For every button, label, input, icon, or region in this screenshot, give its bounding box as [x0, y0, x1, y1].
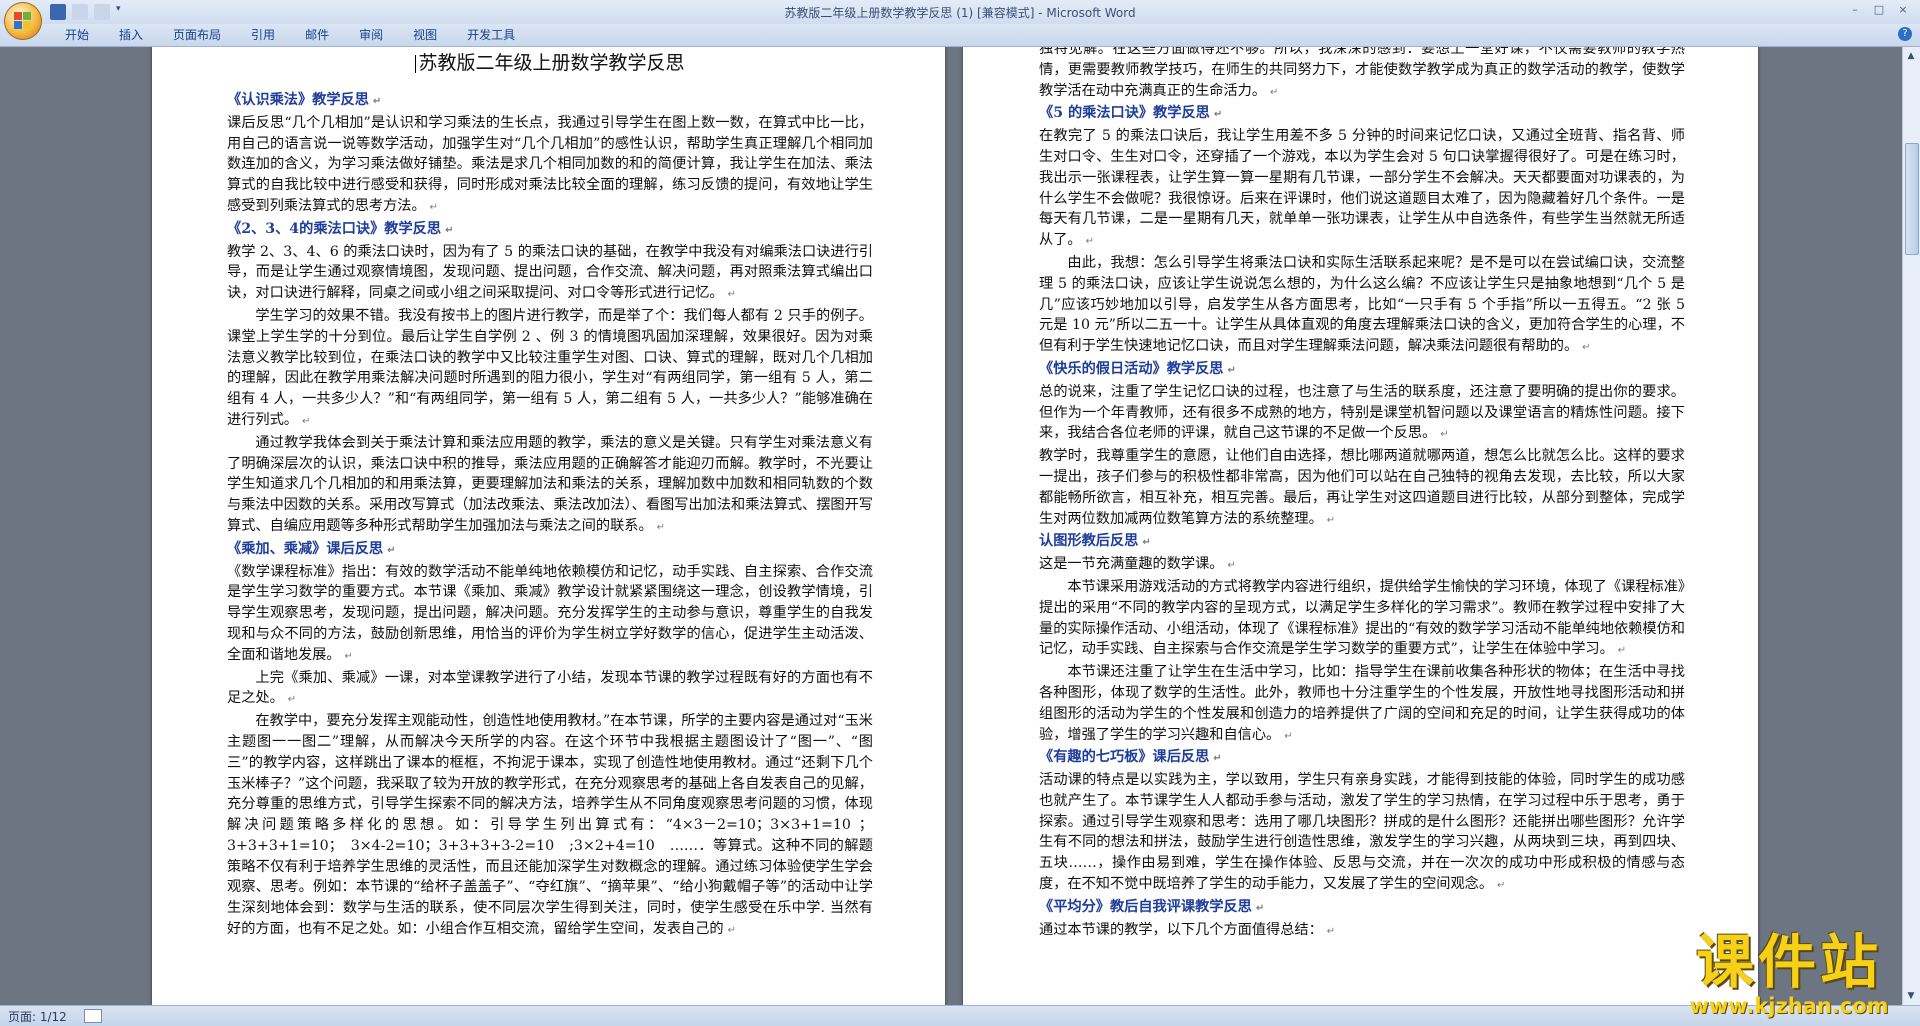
- paragraph-mark-icon: ↵: [1284, 730, 1293, 742]
- paragraph[interactable]: 本节课采用游戏活动的方式将教学内容进行组织，提供给学生愉快的学习环境，体现了《课…: [1039, 577, 1685, 662]
- paragraph-mark-icon: ↵: [445, 224, 454, 236]
- paragraph[interactable]: 通过本节课的教学，以下几个方面值得总结： ↵: [1039, 920, 1685, 943]
- window-controls: – □ ×: [1844, 2, 1914, 18]
- section-heading[interactable]: 《5 的乘法口诀》教学反思 ↵: [1039, 103, 1685, 126]
- paragraph-mark-icon: ↵: [372, 96, 382, 107]
- watermark-url: www.kjzhan.com: [1689, 994, 1889, 1018]
- section-heading[interactable]: 《认识乘法》教学反思 ↵: [227, 90, 873, 113]
- paragraph[interactable]: 《数学课程标准》指出：有效的数学活动不能单纯地依赖模仿和记忆，动手实践、自主探索…: [227, 562, 873, 668]
- paragraph-mark-icon: ↵: [1255, 902, 1265, 914]
- section-heading[interactable]: 《乘加、乘减》课后反思 ↵: [227, 539, 873, 562]
- document-page-1[interactable]: 苏教版二年级上册数学教学反思 《认识乘法》教学反思 ↵ 课后反思“几个几相加”是认识…: [152, 47, 945, 1005]
- paragraph-mark-icon: ↵: [1213, 109, 1223, 121]
- scrollbar-thumb[interactable]: [1905, 143, 1919, 255]
- paragraph-mark-icon: ↵: [1270, 86, 1279, 98]
- paragraph-mark-icon: ↵: [1326, 514, 1336, 526]
- paragraph-mark-icon: ↵: [727, 289, 736, 301]
- office-button[interactable]: [4, 2, 42, 40]
- page-1-content[interactable]: 苏教版二年级上册数学教学反思 《认识乘法》教学反思 ↵ 课后反思“几个几相加”是认识…: [227, 47, 873, 942]
- paragraph[interactable]: 学生学习的效果不错。我没有按书上的图片进行教学，而是举了个：我们每人都有 2 只…: [227, 306, 873, 433]
- paragraph[interactable]: 活动课的特点是以实践为主，学以致用，学生只有亲身实践，才能得到技能的体验，同时学…: [1039, 770, 1685, 897]
- page-count-indicator[interactable]: 页面: 1/12: [8, 1008, 67, 1025]
- section-heading[interactable]: 《快乐的假日活动》教学反思 ↵: [1039, 359, 1685, 382]
- paragraph[interactable]: 教学时，我尊重学生的意愿，让他们自由选择，想比哪两道就哪两道，想怎么比就怎么比。…: [1039, 446, 1685, 531]
- paragraph-mark-icon: ↵: [1440, 429, 1449, 441]
- title-bar: ▾ 苏教版二年级上册数学教学反思 (1) [兼容模式] - Microsoft …: [0, 0, 1920, 25]
- paragraph[interactable]: 由此，我想：怎么引导学生将乘法口诀和实际生活联系起来呢？是不是可以在尝试编口诀，…: [1039, 253, 1685, 359]
- paragraph-mark-icon: ↵: [727, 925, 736, 937]
- section-heading[interactable]: 认图形教后反思 ↵: [1039, 531, 1685, 554]
- help-icon[interactable]: ?: [1898, 27, 1912, 41]
- section-heading[interactable]: 《2、3、4的乘法口诀》教学反思 ↵: [227, 219, 873, 242]
- document-title[interactable]: 苏教版二年级上册数学教学反思: [227, 50, 873, 76]
- paragraph[interactable]: 在教学中，要充分发挥主观能动性，创造性地使用教材。”在本节课，所学的主要内容是通…: [227, 711, 873, 942]
- paragraph-mark-icon: ↵: [429, 201, 439, 213]
- tab-view[interactable]: 视图: [398, 27, 452, 43]
- paragraph[interactable]: 上完《乘加、乘减》一课，对本堂课教学进行了小结，发现本节课的教学过程既有好的方面…: [227, 668, 873, 712]
- section-heading[interactable]: 《有趣的七巧板》课后反思 ↵: [1039, 747, 1685, 770]
- vertical-scrollbar[interactable]: ▲ ▼: [1902, 47, 1920, 1005]
- tab-review[interactable]: 审阅: [344, 27, 398, 43]
- scroll-up-icon[interactable]: ▲: [1904, 49, 1918, 63]
- tab-insert[interactable]: 插入: [104, 27, 158, 43]
- paragraph[interactable]: 总的说来，注重了学生记忆口诀的过程，也注意了与生活的联系度，还注意了要明确的提出…: [1039, 382, 1685, 446]
- paragraph-mark-icon: ↵: [1085, 236, 1094, 248]
- paragraph-mark-icon: ↵: [387, 544, 396, 556]
- paragraph-mark-icon: ↵: [1326, 925, 1336, 937]
- tab-mailings[interactable]: 邮件: [290, 27, 344, 43]
- paragraph[interactable]: 独特见解。在这些方面做得还不够。所以，我深深的感到：要想上一堂好课，不仅需要教师…: [1039, 47, 1685, 103]
- maximize-button[interactable]: □: [1868, 2, 1890, 18]
- paragraph[interactable]: 本节课还注重了让学生在生活中学习，比如：指导学生在课前收集各种形状的物体；在生活…: [1039, 662, 1685, 747]
- paragraph-mark-icon: ↵: [1582, 342, 1591, 354]
- page-2-content[interactable]: 独特见解。在这些方面做得还不够。所以，我深深的感到：要想上一堂好课，不仅需要教师…: [1039, 47, 1685, 942]
- ribbon-tab-bar: 开始 插入 页面布局 引用 邮件 审阅 视图 开发工具 ?: [0, 24, 1920, 47]
- paragraph-mark-icon: ↵: [1227, 560, 1236, 572]
- text-cursor: [415, 55, 417, 73]
- paragraph[interactable]: 通过教学我体会到关于乘法计算和乘法应用题的教学，乘法的意义是关键。只有学生对乘法…: [227, 433, 873, 539]
- paragraph[interactable]: 课后反思“几个几相加”是认识和学习乘法的生长点，我通过引导学生在图上数一数，在算…: [227, 113, 873, 219]
- tab-page-layout[interactable]: 页面布局: [158, 27, 236, 43]
- paragraph-mark-icon: ↵: [1617, 645, 1627, 657]
- paragraph[interactable]: 这是一节充满童趣的数学课。 ↵: [1039, 554, 1685, 577]
- paragraph-mark-icon: ↵: [1142, 537, 1151, 549]
- window-title: 苏教版二年级上册数学教学反思 (1) [兼容模式] - Microsoft Wo…: [784, 6, 1136, 20]
- paragraph[interactable]: 在教完了 5 的乘法口诀后，我让学生用差不多 5 分钟的时间来记忆口诀，又通过全…: [1039, 126, 1685, 253]
- tab-home[interactable]: 开始: [50, 27, 104, 43]
- status-bar: 页面: 1/12: [0, 1005, 1920, 1026]
- close-button[interactable]: ×: [1892, 2, 1914, 18]
- paragraph-mark-icon: ↵: [301, 415, 311, 427]
- tab-developer[interactable]: 开发工具: [452, 27, 530, 43]
- proofing-icon[interactable]: [84, 1009, 102, 1023]
- watermark-title: 课件站: [1695, 928, 1882, 996]
- paragraph-mark-icon: ↵: [656, 521, 666, 533]
- paragraph-mark-icon: ↵: [344, 650, 353, 662]
- office-logo-icon: [14, 12, 32, 30]
- paragraph[interactable]: 教学 2、3、4、6 的乘法口诀时，因为有了 5 的乘法口诀的基础，在教学中我没…: [227, 242, 873, 306]
- paragraph-mark-icon: ↵: [1497, 880, 1506, 892]
- tab-references[interactable]: 引用: [236, 27, 290, 43]
- paragraph-mark-icon: ↵: [1227, 364, 1236, 376]
- document-page-2[interactable]: 独特见解。在这些方面做得还不够。所以，我深深的感到：要想上一堂好课，不仅需要教师…: [963, 47, 1758, 1005]
- paragraph-mark-icon: ↵: [1213, 753, 1222, 765]
- document-area[interactable]: 苏教版二年级上册数学教学反思 《认识乘法》教学反思 ↵ 课后反思“几个几相加”是认识…: [0, 47, 1903, 1005]
- minimize-button[interactable]: –: [1844, 2, 1866, 18]
- site-watermark-logo: 课件站 www.kjzhan.com: [1658, 930, 1920, 1025]
- paragraph-mark-icon: ↵: [287, 694, 297, 706]
- section-heading[interactable]: 《平均分》教后自我评课教学反思 ↵: [1039, 897, 1685, 920]
